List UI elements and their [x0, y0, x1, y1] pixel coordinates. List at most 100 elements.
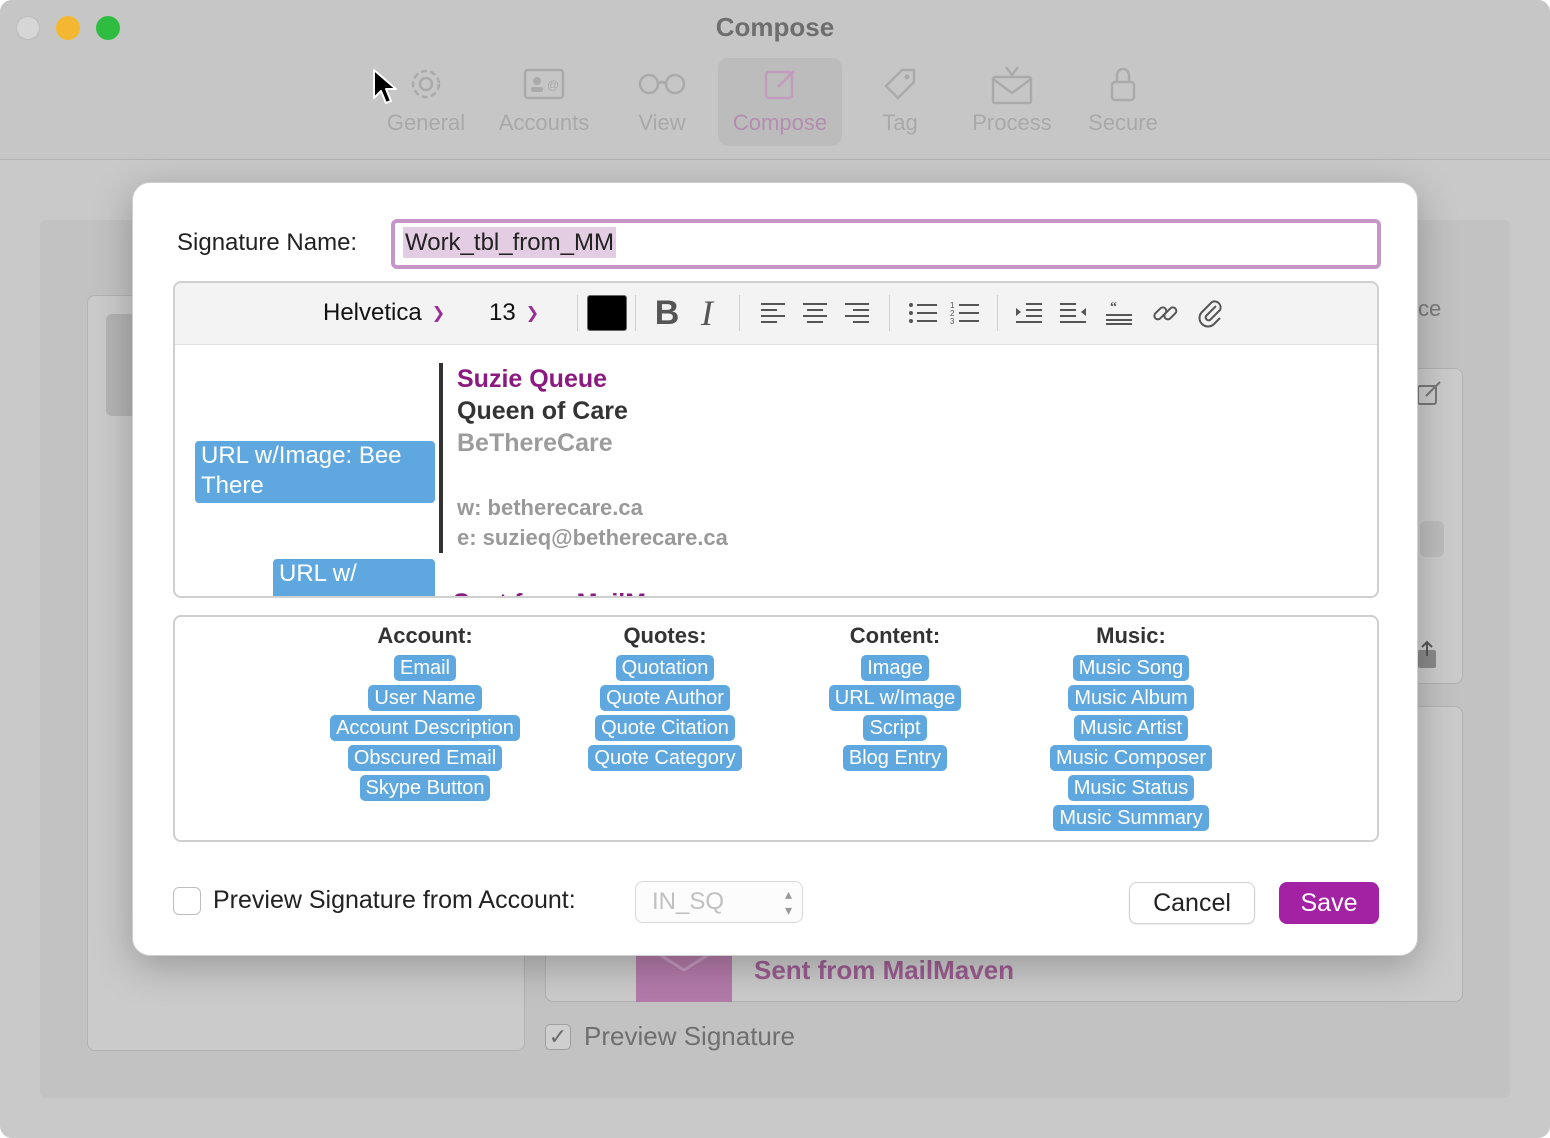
token-group-music: Music: Music Song Music Album Music Arti…	[1031, 617, 1231, 831]
signature-editor[interactable]: Helvetica ❯ 13 ❯ B I 1 2 3 “ URL w/Image…	[173, 281, 1379, 598]
toolbar-divider	[997, 295, 998, 331]
editor-content[interactable]: URL w/Image: Bee There URL w/ Suzie Queu…	[175, 345, 1377, 596]
url-image-token[interactable]: URL w/Image: Bee There	[195, 441, 435, 503]
outdent-icon[interactable]	[1053, 293, 1093, 333]
quote-block-icon[interactable]: “	[1099, 293, 1139, 333]
url-image-token-second[interactable]: URL w/	[273, 559, 435, 596]
token-quote-author[interactable]: Quote Author	[600, 685, 730, 711]
token-music-artist[interactable]: Music Artist	[1073, 715, 1189, 741]
background-field	[1420, 521, 1444, 557]
numbered-list-icon[interactable]: 123	[945, 293, 985, 333]
preview-from-account-label: Preview Signature from Account:	[213, 886, 576, 914]
tab-process-label: Process	[972, 110, 1052, 135]
account-select-value: IN_SQ	[652, 888, 725, 915]
token-user-name[interactable]: User Name	[368, 685, 482, 711]
font-size-popup[interactable]: 13 ❯	[489, 299, 539, 327]
link-icon[interactable]	[1145, 293, 1185, 333]
signature-name-value: Work_tbl_from_MM	[403, 227, 616, 258]
tab-general-label: General	[386, 110, 466, 135]
token-script[interactable]: Script	[863, 715, 927, 741]
toolbar-divider	[739, 295, 740, 331]
editor-toolbar: Helvetica ❯ 13 ❯ B I 1 2 3 “	[175, 283, 1377, 345]
italic-icon[interactable]: I	[687, 293, 727, 333]
preview-signature-label: Preview Signature	[584, 1021, 795, 1051]
signature-sheet: Signature Name: Work_tbl_from_MM Helveti…	[132, 182, 1418, 956]
tab-secure[interactable]: Secure	[1080, 58, 1166, 146]
align-right-icon[interactable]	[837, 293, 877, 333]
edit-icon	[1416, 380, 1442, 413]
signature-role: Queen of Care	[457, 397, 628, 425]
token-image[interactable]: Image	[861, 655, 929, 681]
token-blog-entry[interactable]: Blog Entry	[842, 745, 948, 771]
token-email[interactable]: Email	[393, 655, 456, 681]
compose-icon	[718, 58, 842, 110]
font-family-value: Helvetica	[323, 299, 422, 326]
signature-name-input[interactable]: Work_tbl_from_MM	[391, 219, 1381, 269]
save-button[interactable]: Save	[1279, 882, 1379, 924]
tab-accounts[interactable]: @ Accounts	[490, 58, 598, 146]
tab-secure-label: Secure	[1088, 110, 1158, 135]
toolbar-divider	[635, 295, 636, 331]
preview-from-account-checkbox[interactable]	[173, 887, 201, 915]
signature-person-name: Suzie Queue	[457, 365, 608, 393]
chevron-down-icon: ❯	[525, 305, 540, 322]
background-sent-from: Sent from MailMaven	[754, 955, 1015, 985]
envelope-process-icon	[962, 58, 1062, 110]
svg-text:“: “	[1110, 301, 1117, 315]
token-quotation[interactable]: Quotation	[615, 655, 715, 681]
token-obscured-email[interactable]: Obscured Email	[347, 745, 503, 771]
indent-icon[interactable]	[1009, 293, 1049, 333]
token-quote-citation[interactable]: Quote Citation	[595, 715, 735, 741]
tab-accounts-label: Accounts	[498, 110, 590, 135]
token-music-composer[interactable]: Music Composer	[1049, 745, 1213, 771]
font-size-value: 13	[489, 299, 516, 326]
cancel-button[interactable]: Cancel	[1129, 882, 1255, 924]
attachment-icon[interactable]	[1191, 293, 1231, 333]
token-group-account: Account: Email User Name Account Descrip…	[325, 617, 525, 801]
token-group-content: Content: Image URL w/Image Script Blog E…	[795, 617, 995, 771]
token-quote-category[interactable]: Quote Category	[588, 745, 742, 771]
text-color-well[interactable]	[587, 295, 627, 331]
tab-compose[interactable]: Compose	[718, 58, 842, 146]
signature-website: w: betherecare.ca	[457, 495, 643, 520]
svg-text:@: @	[547, 78, 559, 92]
tab-view[interactable]: View	[620, 58, 704, 146]
toolbar-divider	[577, 295, 578, 331]
glasses-icon	[620, 58, 704, 110]
preview-signature-checkbox[interactable]: ✓	[545, 1024, 571, 1050]
tab-view-label: View	[638, 110, 686, 135]
tab-process[interactable]: Process	[962, 58, 1062, 146]
tab-compose-label: Compose	[732, 110, 828, 135]
token-url-image[interactable]: URL w/Image	[828, 685, 962, 711]
token-music-song[interactable]: Music Song	[1072, 655, 1190, 681]
token-group-title: Account:	[377, 623, 473, 648]
up-down-chevron-icon: ▴ ▾	[784, 886, 792, 918]
window-title: Compose	[715, 12, 835, 42]
token-group-quotes: Quotes: Quotation Quote Author Quote Cit…	[565, 617, 765, 771]
signature-sent-from-partial: Sent from MailM	[453, 589, 646, 596]
token-group-title: Quotes:	[623, 623, 707, 648]
signature-name-label: Signature Name:	[177, 229, 358, 256]
token-music-status[interactable]: Music Status	[1067, 775, 1195, 801]
bold-icon[interactable]: B	[647, 293, 687, 333]
mouse-pointer-icon	[372, 68, 400, 113]
token-music-album[interactable]: Music Album	[1068, 685, 1194, 711]
background-partial-text: ce	[1418, 296, 1442, 321]
token-skype-button[interactable]: Skype Button	[359, 775, 491, 801]
toolbar-divider	[889, 295, 890, 331]
titlebar: Compose General @ Accounts View Compose …	[0, 0, 1550, 160]
token-account-description[interactable]: Account Description	[330, 715, 520, 741]
align-center-icon[interactable]	[795, 293, 835, 333]
token-palette: Account: Email User Name Account Descrip…	[173, 615, 1379, 842]
tag-icon	[862, 58, 938, 110]
tab-tag[interactable]: Tag	[862, 58, 938, 146]
token-music-summary[interactable]: Music Summary	[1053, 805, 1209, 831]
account-select[interactable]: IN_SQ ▴ ▾	[635, 881, 803, 923]
svg-text:3: 3	[950, 317, 955, 325]
lock-icon	[1080, 58, 1166, 110]
bullet-list-icon[interactable]	[903, 293, 943, 333]
font-family-popup[interactable]: Helvetica ❯	[323, 299, 445, 327]
signature-divider-line	[439, 363, 443, 553]
share-icon	[1416, 640, 1438, 677]
align-left-icon[interactable]	[753, 293, 793, 333]
